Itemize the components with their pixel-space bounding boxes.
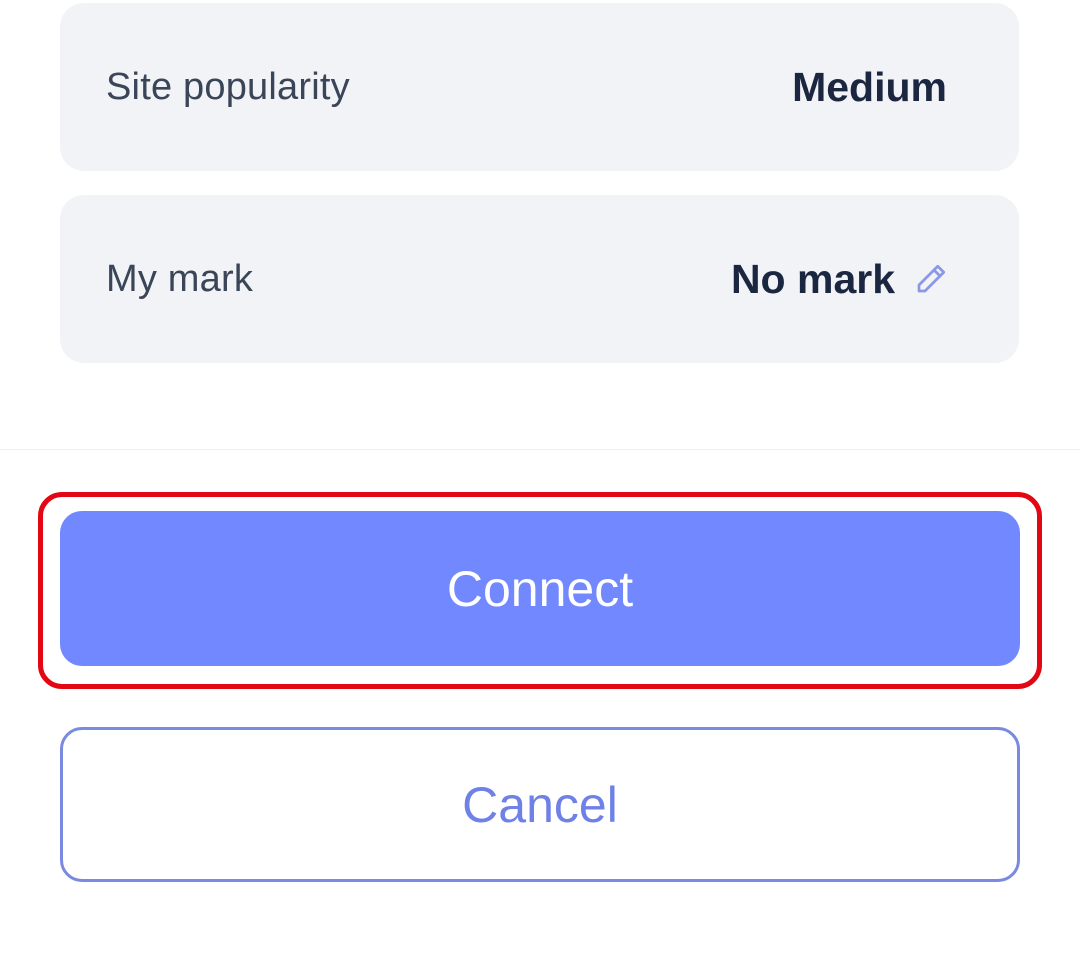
site-popularity-value-text: Medium [792, 63, 947, 110]
connect-dialog: Site popularity Medium My mark No mark C… [0, 0, 1080, 969]
site-popularity-row: Site popularity Medium [60, 3, 1019, 171]
connect-button[interactable]: Connect [60, 511, 1020, 666]
site-popularity-value: Medium [792, 64, 947, 111]
my-mark-value-text: No mark [730, 255, 895, 302]
pencil-icon[interactable] [913, 261, 949, 297]
site-popularity-label: Site popularity [106, 65, 350, 108]
my-mark-label: My mark [106, 257, 254, 300]
cancel-button[interactable]: Cancel [60, 727, 1020, 882]
my-mark-value[interactable]: No mark [731, 256, 949, 303]
section-divider [0, 449, 1080, 450]
my-mark-row[interactable]: My mark No mark [60, 195, 1019, 363]
